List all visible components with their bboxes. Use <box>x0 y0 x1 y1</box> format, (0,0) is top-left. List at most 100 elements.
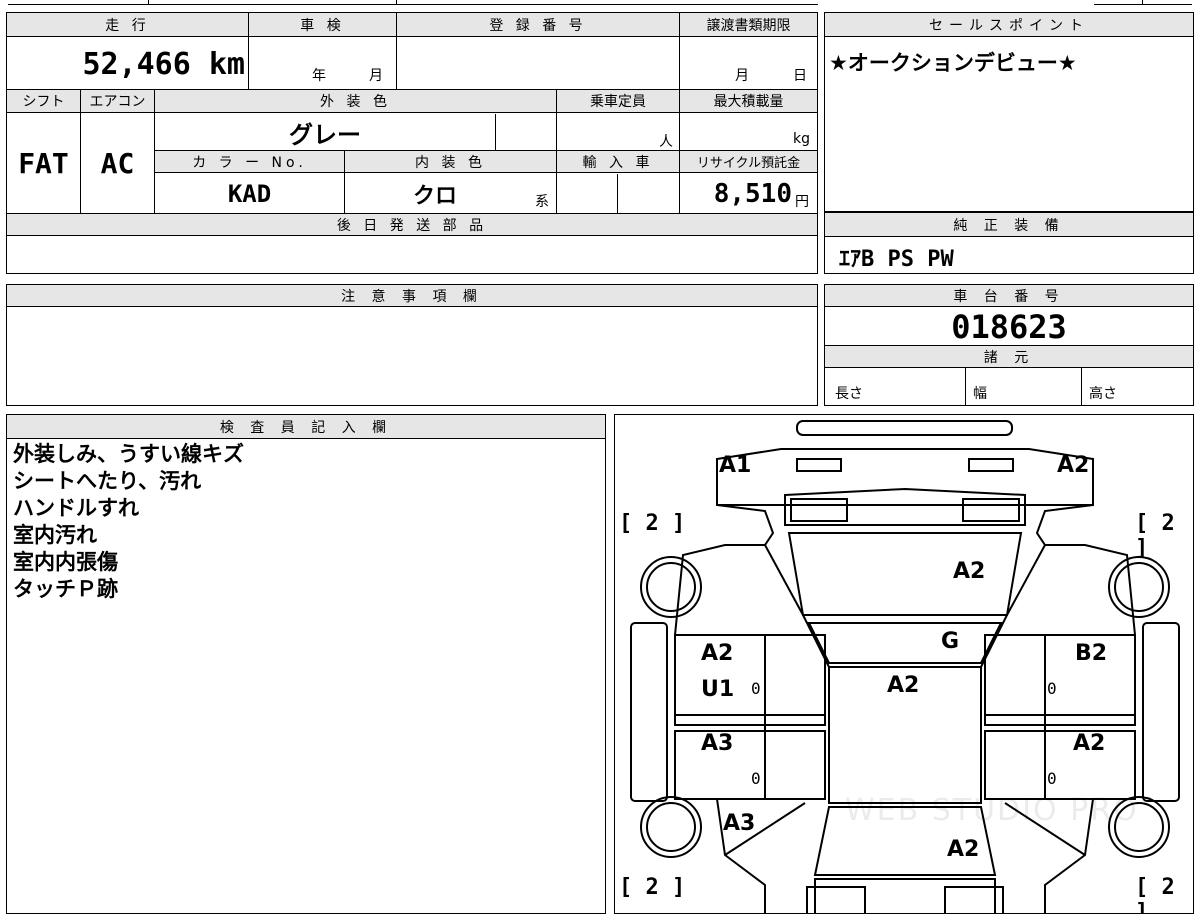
wheel-rear-left-shape <box>640 796 702 858</box>
remark-line: 室内汚れ <box>13 523 97 547</box>
hood-shape <box>787 532 1023 616</box>
inspector-header: 検 査 員 記 入 欄 <box>7 415 605 439</box>
sales-point-header: セールスポイント <box>825 13 1193 37</box>
max-load-header: 最大積載量 <box>680 90 817 113</box>
cowl-vent-right-shape <box>962 498 1020 522</box>
divider <box>248 13 249 89</box>
grade-rear-left-quarter: A3 <box>723 811 756 836</box>
capacity-unit: 人 <box>659 134 673 150</box>
trunk-shape <box>814 878 996 913</box>
shift-header: シフト <box>7 90 80 113</box>
door-mark: 0 <box>751 679 761 698</box>
transfer-deadline-header: 譲渡書類期限 <box>680 13 817 37</box>
shaken-header: 車 検 <box>249 13 396 37</box>
door-mark: 0 <box>1047 769 1057 788</box>
left-skirt-shape <box>630 622 668 802</box>
divider <box>495 114 496 150</box>
spec-length-label: 長さ <box>835 386 863 402</box>
remark-line: 外装しみ、うすい線キズ <box>13 442 244 466</box>
color-no-value: KAD <box>227 179 272 208</box>
top-cutoff-line <box>8 4 818 5</box>
exterior-color-value: グレー <box>289 120 361 149</box>
top-cutoff-line <box>1094 4 1192 5</box>
front-left-fender-shape <box>674 504 775 636</box>
tire-front-left-grade: [ 2 ] <box>619 511 686 536</box>
top-cutoff-divider <box>396 0 397 4</box>
grade-front-left-door-1: A2 <box>701 641 734 666</box>
grade-roof: A2 <box>887 673 920 698</box>
color-no-header: カ ラ ー No. <box>155 151 344 173</box>
divider <box>617 174 618 213</box>
door-mark: 0 <box>751 769 761 788</box>
genuine-equipment-header: 純 正 装 備 <box>825 213 1193 237</box>
grade-rear-right-door: A2 <box>1073 731 1106 756</box>
grade-front-left-door-2: U1 <box>701 677 735 702</box>
top-cutoff-divider <box>148 0 149 4</box>
specs-header: 諸 元 <box>825 346 1193 368</box>
grade-windshield: G <box>941 629 960 654</box>
inspector-box: 検 査 員 記 入 欄 外装しみ、うすい線キズ シートへたり、汚れ ハンドルすれ… <box>6 414 606 914</box>
interior-color-suffix: 系 <box>535 194 549 210</box>
sales-point-box: セールスポイント ★オークションデビュー★ <box>824 12 1194 212</box>
wheel-front-left-shape <box>640 556 702 618</box>
remark-line: タッチＰ跡 <box>13 577 118 601</box>
divider <box>1081 368 1082 405</box>
grade-rear-left-door: A3 <box>701 731 734 756</box>
tire-rear-left-grade: [ 2 ] <box>619 875 686 900</box>
shaken-month: 月 <box>369 68 383 84</box>
front-panel-shape <box>716 448 1094 506</box>
divider <box>679 13 680 89</box>
remark-line: 室内内張傷 <box>13 550 118 574</box>
recycle-header: リサイクル預託金 <box>680 151 817 173</box>
later-parts-header: 後 日 発 送 部 品 <box>7 214 817 236</box>
car-diagram-box: [ 2 ] [ 2 ] [ 2 ] [ 2 ] A1 A2 A2 G A2 A2… <box>614 414 1194 914</box>
chassis-number: 018623 <box>951 308 1067 346</box>
divider <box>396 13 397 89</box>
front-right-fender-shape <box>1035 504 1136 636</box>
wheel-front-right-inner <box>1114 562 1164 612</box>
max-load-unit: kg <box>793 131 810 147</box>
transfer-day: 日 <box>793 68 807 84</box>
shaken-year: 年 <box>312 68 326 84</box>
interior-color-header: 内 装 色 <box>345 151 556 173</box>
mileage-value: 52,466 km <box>82 46 245 82</box>
import-header: 輸 入 車 <box>557 151 679 173</box>
headlight-left-shape <box>796 458 842 472</box>
sales-point-text: ★オークションデビュー★ <box>829 51 1077 75</box>
notes-header: 注 意 事 項 欄 <box>7 285 817 307</box>
watermark: WEB STUDIO PRO <box>845 793 1139 828</box>
chassis-box: 車 台 番 号 018623 諸 元 長さ 幅 高さ <box>824 284 1194 406</box>
grade-front-left: A1 <box>719 453 752 478</box>
aircon-header: エアコン <box>81 90 154 113</box>
wheel-rear-left-inner <box>646 802 696 852</box>
headlight-right-shape <box>968 458 1014 472</box>
aircon-value: AC <box>100 147 135 180</box>
shift-value: FAT <box>18 147 69 180</box>
transfer-month: 月 <box>735 68 749 84</box>
interior-color-value: クロ <box>412 183 457 209</box>
vehicle-info-grid: 走 行 車 検 登 録 番 号 譲渡書類期限 52,466 km 年 月 月 日… <box>6 12 818 274</box>
spec-width-label: 幅 <box>973 386 987 402</box>
remark-line: ハンドルすれ <box>13 496 139 520</box>
grade-hood: A2 <box>953 559 986 584</box>
front-left-door-shape <box>674 634 826 726</box>
registration-header: 登 録 番 号 <box>397 13 679 37</box>
recycle-unit: 円 <box>795 194 809 210</box>
tire-front-right-grade: [ 2 ] <box>1135 511 1175 561</box>
grade-front-right: A2 <box>1057 453 1090 478</box>
exterior-color-header: 外 装 色 <box>155 90 556 113</box>
cowl-shape <box>784 487 1026 526</box>
pillar-left-shape <box>764 544 830 668</box>
chassis-header: 車 台 番 号 <box>825 285 1193 307</box>
remark-line: シートへたり、汚れ <box>13 469 202 493</box>
capacity-header: 乗車定員 <box>557 90 679 113</box>
recycle-value: 8,510 <box>713 178 792 209</box>
rear-left-door-shape <box>674 730 826 800</box>
front-bumper-shape <box>796 420 1013 436</box>
cowl-vent-left-shape <box>790 498 848 522</box>
divider <box>965 368 966 405</box>
pillar-right-shape <box>980 544 1046 668</box>
right-skirt-shape <box>1142 622 1180 802</box>
rear-right-door-shape <box>984 730 1136 800</box>
inspector-remarks: 外装しみ、うすい線キズ シートへたり、汚れ ハンドルすれ 室内汚れ 室内内張傷 … <box>13 441 244 603</box>
